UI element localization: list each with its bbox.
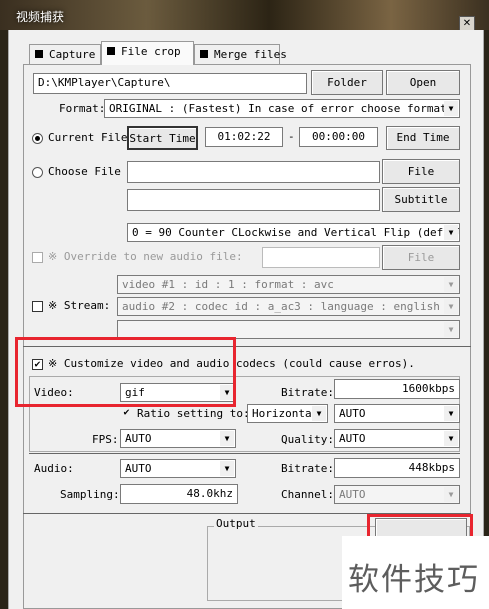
watermark: 软件技巧 (342, 536, 489, 609)
tab-label: Merge files (214, 48, 287, 61)
channel-value: AUTO (339, 488, 366, 501)
time-separator: - (288, 130, 295, 143)
subtitle-button[interactable]: Subtitle (382, 187, 460, 212)
override-audio-file-button[interactable]: File (382, 245, 460, 270)
chevron-down-icon: ▼ (444, 277, 458, 292)
chevron-down-icon: ▼ (444, 487, 458, 502)
audio-bitrate-label: Bitrate: (281, 462, 334, 475)
audio-stream-select[interactable]: audio #2 : codec id : a_ac3 : language :… (117, 297, 460, 316)
stream-checkbox[interactable] (32, 301, 43, 312)
fps-value: AUTO (125, 432, 152, 445)
tab-capture[interactable]: Capture (29, 44, 101, 64)
close-icon: ✕ (462, 18, 472, 29)
tab-square-icon (107, 47, 115, 55)
chevron-down-icon: ▼ (444, 322, 458, 337)
output-label: Output (214, 517, 258, 530)
ratio-orientation-value: Horizontal (252, 407, 319, 420)
rotation-value: 0 = 90 Counter CLockwise and Vertical Fl… (132, 226, 460, 239)
capture-path-input[interactable]: D:\KMPlayer\Capture\ (33, 73, 307, 94)
quality-label: Quality: (281, 433, 334, 446)
customize-highlight (15, 337, 236, 407)
ratio-orientation-select[interactable]: Horizontal ▼ (247, 404, 328, 423)
current-file-label: Current File (48, 131, 128, 144)
quality-select[interactable]: AUTO ▼ (334, 429, 460, 448)
ratio-value-select[interactable]: AUTO ▼ (334, 404, 460, 423)
channel-select[interactable]: AUTO ▼ (334, 485, 460, 504)
override-audio-checkbox[interactable] (32, 252, 43, 263)
audio-label: Audio: (34, 462, 74, 475)
close-button[interactable]: ✕ (459, 16, 475, 31)
tab-square-icon (35, 50, 43, 58)
format-value: ORIGINAL : (Fastest) In case of error ch… (109, 102, 447, 115)
video-stream-select[interactable]: video #1 : id : 1 : format : avc ▼ (117, 275, 460, 294)
end-time-button[interactable]: End Time (386, 126, 460, 150)
chevron-down-icon: ▼ (444, 101, 458, 116)
start-time-button[interactable]: Start Time (127, 126, 198, 150)
video-bitrate-input[interactable]: 1600kbps (334, 379, 460, 399)
chevron-down-icon: ▼ (444, 431, 458, 446)
folder-button[interactable]: Folder (311, 70, 383, 95)
ratio-value: AUTO (339, 407, 366, 420)
tab-file-crop[interactable]: File crop (101, 41, 194, 65)
video-stream-value: video #1 : id : 1 : format : avc (122, 278, 334, 291)
tab-label: File crop (121, 45, 181, 58)
sampling-label: Sampling: (60, 488, 120, 501)
sampling-input[interactable]: 48.0khz (120, 484, 238, 504)
tab-label: Capture (49, 48, 96, 61)
fps-select[interactable]: AUTO ▼ (120, 429, 236, 448)
channel-label: Channel: (281, 488, 334, 501)
title-bar: 视频捕获 ✕ (0, 0, 489, 31)
window-title: 视频捕获 (16, 10, 65, 24)
quality-value: AUTO (339, 432, 366, 445)
audio-bitrate-input[interactable]: 448kbps (334, 458, 460, 478)
override-audio-label: ※ Override to new audio file: (48, 250, 243, 263)
end-time-input[interactable]: 00:00:00 (299, 127, 378, 147)
ratio-label: Ratio setting to: (137, 407, 250, 420)
start-time-input[interactable]: 01:02:22 (205, 127, 283, 147)
audio-divider (29, 453, 460, 454)
chevron-down-icon: ▼ (312, 406, 326, 421)
override-audio-input[interactable] (262, 247, 380, 268)
fps-label: FPS: (92, 433, 119, 446)
chevron-down-icon: ▼ (444, 225, 458, 240)
chevron-down-icon: ▼ (220, 461, 234, 476)
watermark-text: 软件技巧 (348, 562, 480, 598)
chevron-down-icon: ▼ (444, 406, 458, 421)
stream-label: ※ Stream: (48, 299, 111, 312)
capture-dialog: Capture File crop Merge files D:\KMPlaye… (8, 30, 484, 609)
video-bitrate-label: Bitrate: (281, 386, 334, 399)
current-file-radio[interactable] (32, 133, 43, 144)
chevron-down-icon: ▼ (444, 299, 458, 314)
choose-file-radio[interactable] (32, 167, 43, 178)
rotation-select[interactable]: 0 = 90 Counter CLockwise and Vertical Fl… (127, 223, 460, 242)
open-button[interactable]: Open (386, 70, 460, 95)
format-label: Format: (59, 102, 106, 115)
choose-file-label: Choose File (48, 165, 121, 178)
file-button[interactable]: File (382, 159, 460, 184)
tab-square-icon (200, 50, 208, 58)
audio-codec-select[interactable]: AUTO ▼ (120, 459, 236, 478)
choose-file-input[interactable] (127, 161, 380, 183)
tab-merge-files[interactable]: Merge files (194, 44, 287, 64)
format-select[interactable]: ORIGINAL : (Fastest) In case of error ch… (104, 99, 460, 118)
ratio-checkbox[interactable]: ✔ (121, 408, 132, 419)
chevron-down-icon: ▼ (220, 431, 234, 446)
audio-stream-value: audio #2 : codec id : a_ac3 : language :… (122, 300, 440, 313)
audio-codec-value: AUTO (125, 462, 152, 475)
subtitle-input[interactable] (127, 189, 380, 211)
